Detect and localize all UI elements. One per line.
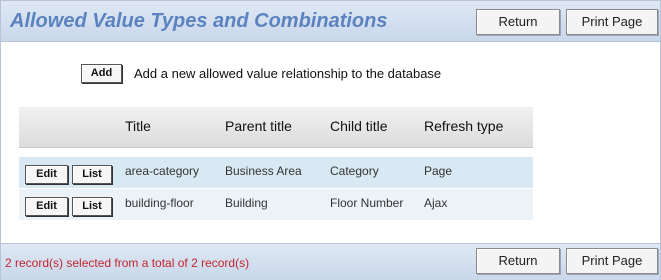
list-button[interactable]: List [72, 197, 112, 216]
footer-bar: 2 record(s) selected from a total of 2 r… [1, 243, 660, 280]
cell-refresh-type: Page [424, 164, 453, 178]
edit-button[interactable]: Edit [25, 197, 68, 216]
return-button-bottom[interactable]: Return [476, 248, 560, 274]
list-button[interactable]: List [72, 165, 112, 184]
print-page-button-bottom[interactable]: Print Page [566, 248, 658, 274]
return-button-top[interactable]: Return [476, 9, 560, 35]
page-title: Allowed Value Types and Combinations [10, 10, 388, 32]
table-row: Edit List area-category Business Area Ca… [19, 157, 533, 188]
header-bar: Allowed Value Types and Combinations Ret… [1, 1, 660, 42]
edit-button[interactable]: Edit [25, 165, 68, 184]
cell-title: building-floor [125, 196, 194, 210]
allowed-values-table: Title Parent title Child title Refresh t… [19, 107, 533, 221]
status-message: 2 record(s) selected from a total of 2 r… [5, 256, 250, 270]
print-page-button-top[interactable]: Print Page [566, 9, 658, 35]
cell-parent-title: Building [225, 196, 268, 210]
cell-child-title: Category [330, 164, 379, 178]
table-header: Title Parent title Child title Refresh t… [19, 107, 533, 148]
add-description: Add a new allowed value relationship to … [134, 66, 442, 81]
cell-title: area-category [125, 164, 200, 178]
cell-parent-title: Business Area [225, 164, 302, 178]
column-header-child-title: Child title [330, 118, 388, 134]
table-row: Edit List building-floor Building Floor … [19, 189, 533, 220]
column-header-refresh-type: Refresh type [424, 118, 504, 134]
column-header-parent-title: Parent title [225, 118, 292, 134]
column-header-title: Title [125, 118, 151, 134]
add-button[interactable]: Add [81, 64, 122, 83]
cell-refresh-type: Ajax [424, 196, 448, 210]
page-frame: Allowed Value Types and Combinations Ret… [0, 0, 661, 280]
cell-child-title: Floor Number [330, 196, 404, 210]
